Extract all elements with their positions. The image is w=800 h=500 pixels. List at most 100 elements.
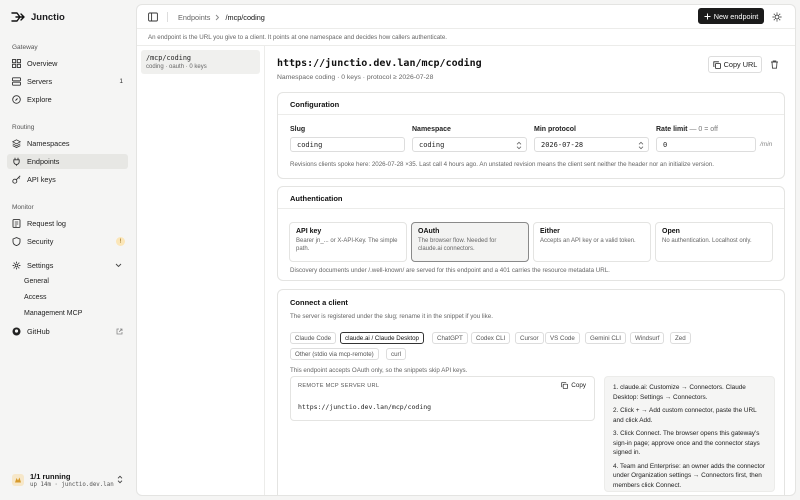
setup-steps: 1. claude.ai: Customize → Connectors. Cl… <box>604 376 775 492</box>
discovery-note: Discovery documents under /.well-known/ … <box>290 267 610 274</box>
brand[interactable]: Junctio <box>11 11 65 23</box>
snippet-url: https://junctio.dev.lan/mcp/coding <box>298 403 432 411</box>
chevron-down-icon <box>115 263 122 268</box>
snippet-copy-button[interactable]: Copy <box>561 382 586 389</box>
auth-option-title: Open <box>662 228 680 235</box>
sidebar-item-security[interactable]: Security ! <box>7 234 128 249</box>
sidebar-item-label: Servers <box>27 77 53 86</box>
rate-limit-input[interactable]: 0 <box>656 137 756 152</box>
sidebar-item-settings[interactable]: Settings <box>7 258 128 273</box>
sidebar-item-label: Request log <box>27 219 66 228</box>
connect-client-card: Connect a client The server is registere… <box>277 289 785 495</box>
breadcrumb-current: /mcp/coding <box>225 13 265 22</box>
revisions-note: Revisions clients spoke here: 2026-07-28… <box>290 161 714 168</box>
status-avatar <box>12 474 24 486</box>
sidebar-item-label: Endpoints <box>27 157 60 166</box>
setup-step-text: claude.ai: Customize → Connectors. Claud… <box>613 384 746 401</box>
sidebar-item-label: Namespaces <box>27 139 70 148</box>
setup-step: 1. claude.ai: Customize → Connectors. Cl… <box>613 384 746 401</box>
key-icon <box>12 175 21 184</box>
external-link-icon <box>116 328 123 335</box>
endpoint-list-item[interactable]: /mcp/coding coding · oauth · 0 keys <box>141 50 260 74</box>
junctio-logo-icon <box>11 11 25 23</box>
sidebar-toggle-icon[interactable] <box>148 12 158 22</box>
shield-icon <box>12 237 21 246</box>
status-footer[interactable]: 1/1 running up 14m · junctio.dev.lan <box>7 468 128 492</box>
slug-input[interactable]: coding <box>290 137 405 152</box>
github-icon <box>12 327 21 336</box>
rate-limit-label: Rate limit — 0 = off <box>656 126 718 133</box>
sidebar-item-api-keys[interactable]: API keys <box>7 172 128 187</box>
setup-step: 3. Click Connect. The browser opens this… <box>613 430 760 456</box>
status-title: 1/1 running <box>30 472 71 481</box>
sidebar-item-request-log[interactable]: Request log <box>7 216 128 231</box>
sidebar: Junctio Gateway Overview Servers 1 Explo… <box>0 0 136 500</box>
oauth-only-note: This endpoint accepts OAuth only, so the… <box>290 367 468 374</box>
namespace-value: coding <box>419 140 445 149</box>
client-chip-vs-code[interactable]: VS Code <box>545 332 580 344</box>
connect-subtitle: The server is registered under the slug;… <box>290 313 493 320</box>
client-chip-windsurf[interactable]: Windsurf <box>630 332 665 344</box>
min-protocol-select[interactable]: 2026-07-28 <box>534 137 649 152</box>
client-chip-curl[interactable]: curl <box>386 348 406 360</box>
section-label-monitor: Monitor <box>12 204 34 211</box>
sidebar-item-label: GitHub <box>27 327 50 336</box>
plug-icon <box>12 157 21 166</box>
auth-option-open[interactable]: Open No authentication. Localhost only. <box>655 222 773 262</box>
settings-item-management-mcp[interactable]: Management MCP <box>24 310 82 317</box>
sidebar-item-servers[interactable]: Servers 1 <box>7 74 128 89</box>
breadcrumb-endpoints[interactable]: Endpoints <box>178 13 210 22</box>
theme-toggle-sun-icon[interactable] <box>772 12 782 22</box>
sidebar-item-label: Overview <box>27 59 58 68</box>
namespace-select[interactable]: coding <box>412 137 527 152</box>
min-protocol-label: Min protocol <box>534 126 576 133</box>
endpoint-detail: https://junctio.dev.lan/mcp/coding Names… <box>265 46 795 495</box>
auth-option-either[interactable]: Either Accepts an API key or a valid tok… <box>533 222 651 262</box>
client-chip-gemini-cli[interactable]: Gemini CLI <box>585 332 626 344</box>
section-label-gateway: Gateway <box>12 44 38 51</box>
rate-limit-unit: /min <box>760 141 773 148</box>
client-chip-claude-code[interactable]: Claude Code <box>290 332 337 344</box>
copy-icon <box>561 382 569 389</box>
app-name: Junctio <box>31 11 65 23</box>
copy-icon <box>713 60 721 69</box>
client-chip-other-stdio[interactable]: Other (stdio via mcp-remote) <box>290 348 379 360</box>
namespace-label: Namespace <box>412 126 451 133</box>
sidebar-item-namespaces[interactable]: Namespaces <box>7 136 128 151</box>
sidebar-item-explore[interactable]: Explore <box>7 92 128 107</box>
new-endpoint-button[interactable]: New endpoint <box>698 8 764 24</box>
sidebar-item-endpoints[interactable]: Endpoints <box>7 154 128 169</box>
setup-step: 2. Click + → Add custom connector, paste… <box>613 407 757 424</box>
client-chip-zed[interactable]: Zed <box>670 332 691 344</box>
sidebar-item-overview[interactable]: Overview <box>7 56 128 71</box>
connect-title: Connect a client <box>290 298 348 307</box>
copy-url-button[interactable]: Copy URL <box>708 56 762 73</box>
sidebar-item-label: Explore <box>27 95 52 104</box>
sidebar-item-label: API keys <box>27 175 56 184</box>
auth-option-title: Either <box>540 228 560 235</box>
auth-option-title: OAuth <box>418 228 440 235</box>
settings-item-access[interactable]: Access <box>24 294 47 301</box>
delete-trash-icon[interactable] <box>770 60 779 69</box>
client-chip-chatgpt[interactable]: ChatGPT <box>432 332 468 344</box>
client-chip-claude-ai-desktop[interactable]: claude.ai / Claude Desktop <box>340 332 424 344</box>
authentication-title: Authentication <box>278 187 784 209</box>
snippet-copy-label: Copy <box>571 382 586 389</box>
endpoint-url-title: https://junctio.dev.lan/mcp/coding <box>277 58 482 69</box>
sidebar-item-github[interactable]: GitHub <box>7 324 128 339</box>
plus-icon <box>704 13 711 20</box>
setup-step-text: Team and Enterprise: an owner adds the c… <box>613 462 765 489</box>
client-chip-cursor[interactable]: Cursor <box>515 332 544 344</box>
setup-step-text: Click Connect. The browser opens this ga… <box>613 430 760 456</box>
main-panel: Endpoints /mcp/coding New endpoint An en… <box>136 4 796 496</box>
auth-option-desc: Accepts an API key or a valid token. <box>540 238 636 244</box>
setup-step: 4. Team and Enterprise: an owner adds th… <box>613 462 765 489</box>
auth-option-title: API key <box>296 228 322 235</box>
auth-option-api-key[interactable]: API key Bearer jn_... or X-API-Key. The … <box>289 222 407 262</box>
server-icon <box>12 77 21 86</box>
client-chip-codex-cli[interactable]: Codex CLI <box>471 332 511 344</box>
endpoint-list: /mcp/coding coding · oauth · 0 keys <box>137 46 265 495</box>
settings-item-general[interactable]: General <box>24 278 49 285</box>
auth-option-oauth[interactable]: OAuth The browser flow. Needed for claud… <box>411 222 529 262</box>
section-label-routing: Routing <box>12 124 35 131</box>
